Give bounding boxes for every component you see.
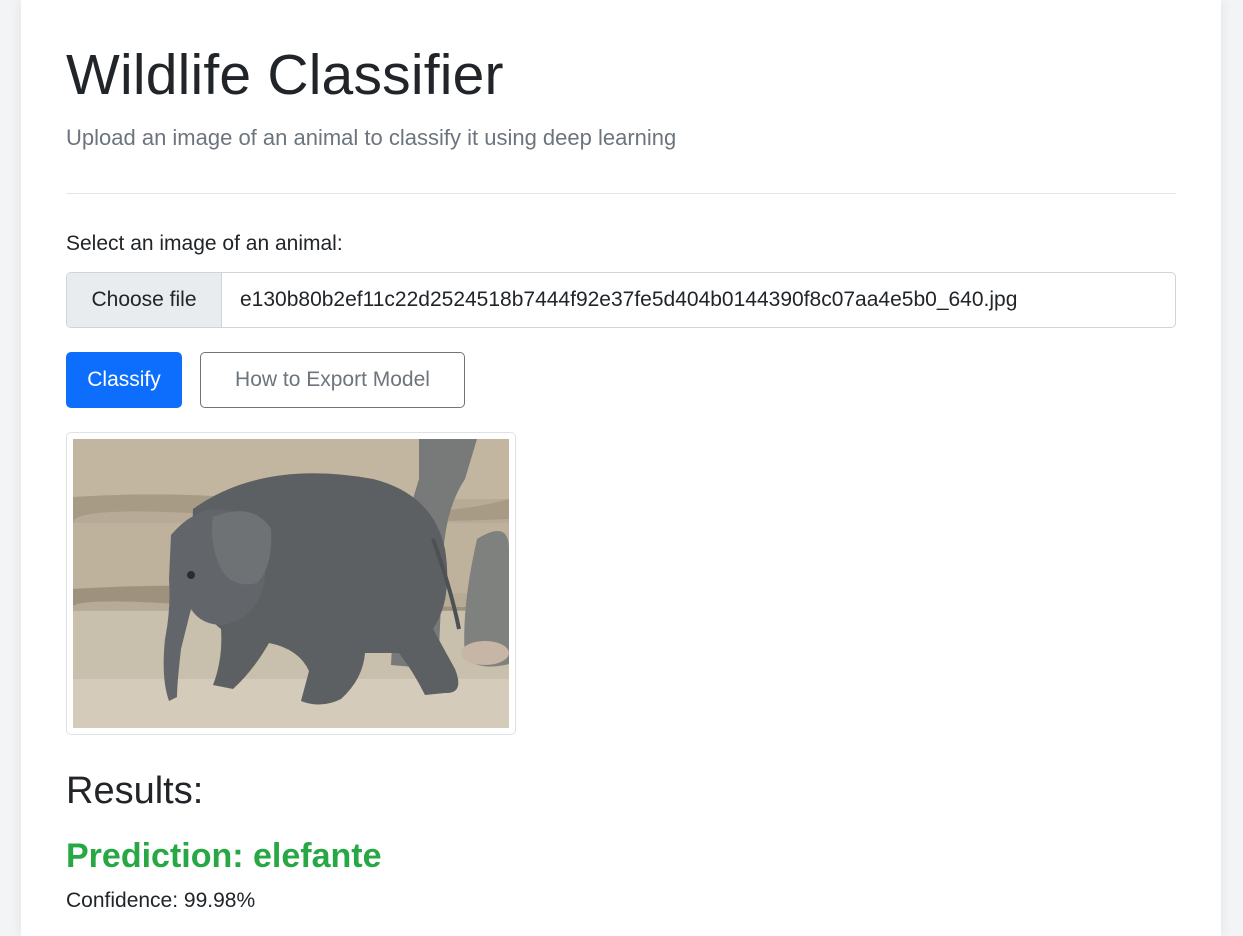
file-input-label: Select an image of an animal: xyxy=(66,232,343,255)
image-preview xyxy=(66,432,516,735)
export-model-button[interactable]: How to Export Model xyxy=(200,352,465,408)
choose-file-button[interactable]: Choose file xyxy=(67,273,222,327)
selected-file-name: e130b80b2ef11c22d2524518b7444f92e37fe5d4… xyxy=(240,288,1018,311)
elephant-photo xyxy=(73,439,509,728)
confidence-text: Confidence: 99.98% xyxy=(66,889,256,912)
main-card: Wildlife Classifier Upload an image of a… xyxy=(21,0,1221,936)
classify-button[interactable]: Classify xyxy=(66,352,182,408)
page-subtitle: Upload an image of an animal to classify… xyxy=(66,125,677,150)
file-input[interactable]: Choose file e130b80b2ef11c22d2524518b744… xyxy=(66,272,1176,328)
page-title: Wildlife Classifier xyxy=(66,43,504,107)
prediction-text: Prediction: elefante xyxy=(66,837,382,875)
results-heading: Results: xyxy=(66,770,204,812)
divider xyxy=(66,193,1176,194)
